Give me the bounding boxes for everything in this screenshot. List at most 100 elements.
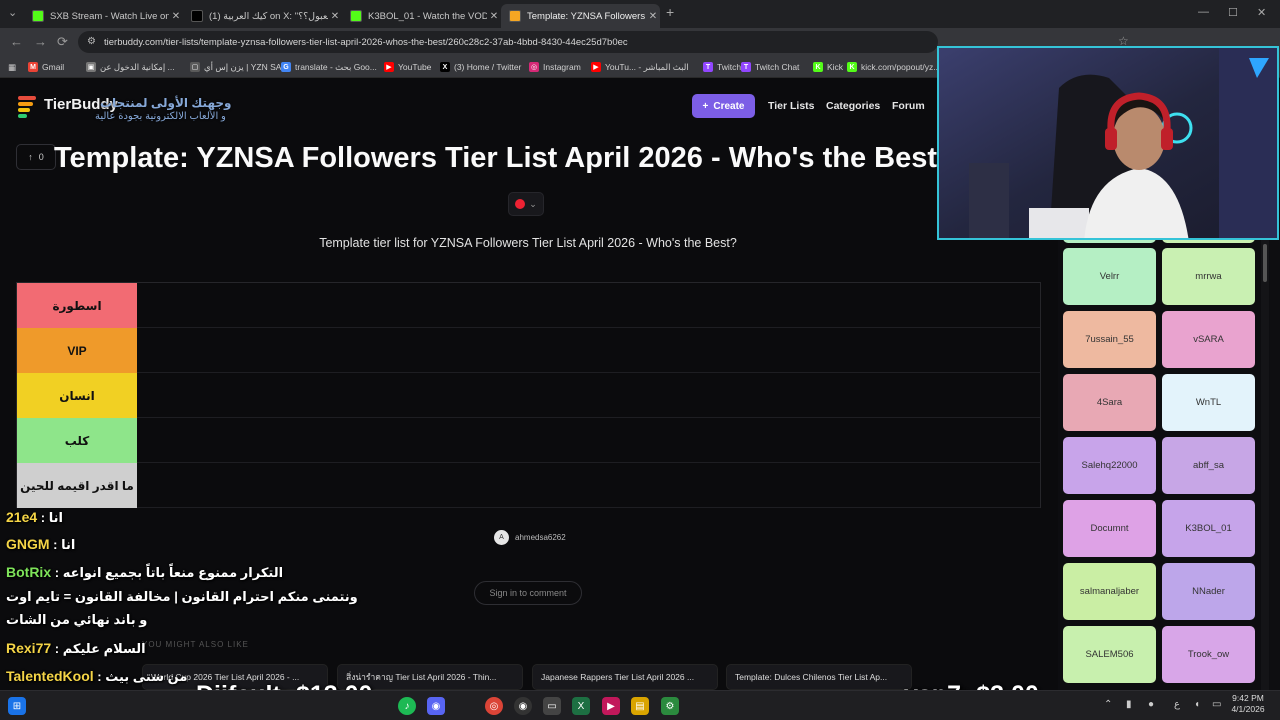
tier-drop-zone[interactable] — [138, 463, 1040, 508]
tier-item-card[interactable]: Trook_ow — [1162, 626, 1255, 683]
terminal-icon[interactable]: ▭ — [543, 697, 561, 715]
tier-drop-zone[interactable] — [138, 373, 1040, 418]
maximize-icon[interactable]: ☐ — [1228, 6, 1238, 19]
forward-icon[interactable]: → — [34, 34, 47, 49]
tier-label[interactable]: اسطورة — [17, 283, 137, 328]
bookmark-label: (3) Home / Twitter — [454, 62, 522, 72]
nav-forum[interactable]: Forum — [892, 100, 925, 112]
browser-tab[interactable]: (1) كيك العربية on X: "شعبول؟؟"✕ — [183, 4, 342, 28]
start-icon[interactable]: ⊞ — [8, 697, 26, 715]
tier-item-card[interactable]: 7ussain_55 — [1063, 311, 1156, 368]
bookmark-label: يزن إس أي | YZN SA — [204, 61, 282, 72]
bookmark-icon: ▢ — [190, 62, 200, 72]
apps-icon[interactable]: ▦ — [8, 60, 16, 74]
pool-scrollbar-thumb[interactable] — [1263, 244, 1267, 282]
tier-label[interactable]: VIP — [17, 328, 137, 373]
tier-item-card[interactable]: Documnt — [1063, 500, 1156, 557]
url-field[interactable]: ⚙ tierbuddy.com/tier-lists/template-yzns… — [78, 31, 938, 53]
create-button[interactable]: + Create — [692, 94, 755, 118]
tier-item-card[interactable]: Salehq22000 — [1063, 437, 1156, 494]
tier-item-card[interactable]: Velrr — [1063, 248, 1156, 305]
tier-drop-zone[interactable] — [138, 418, 1040, 463]
related-list-card[interactable]: Template: Dulces Chilenos Tier List Ap..… — [726, 664, 912, 690]
clock[interactable]: 9:42 PM 4/1/2026 — [1228, 693, 1268, 715]
media-icon[interactable]: ▶ — [602, 697, 620, 715]
bookmark-item[interactable]: ▣ إمكانية الدخول عن ... — [86, 60, 175, 74]
battery-icon[interactable]: ▭ — [1212, 699, 1221, 710]
sponsor-overlay-line2: و الألعاب الالكترونية بجودة عالية — [95, 111, 226, 122]
chat-message: 21e4 : انا — [6, 509, 63, 526]
author-info[interactable]: A ahmedsa6262 — [494, 530, 566, 545]
mic-icon[interactable]: ● — [1148, 699, 1154, 710]
tier-item-card[interactable]: SALEM506 — [1063, 626, 1156, 683]
nav-categories[interactable]: Categories — [826, 100, 880, 112]
tier-drop-zone[interactable] — [138, 283, 1040, 328]
reaction-select[interactable]: ⌄ — [508, 192, 544, 216]
site-info-icon[interactable]: ⚙ — [87, 36, 96, 47]
bookmark-item[interactable]: X (3) Home / Twitter — [440, 60, 521, 74]
x-icon — [191, 10, 203, 22]
tier-item-card[interactable]: WnTL — [1162, 374, 1255, 431]
speaker-icon[interactable]: ◖ — [1194, 699, 1200, 710]
taskbar-app-icon[interactable]: ♪ — [398, 697, 416, 715]
bookmark-item[interactable]: T Twitch Chat — [741, 60, 799, 74]
tier-item-card[interactable]: abff_sa — [1162, 437, 1255, 494]
minimize-icon[interactable]: — — [1198, 6, 1209, 18]
browser-tab[interactable]: SXB Stream - Watch Live on Kick✕ — [24, 4, 183, 28]
obs-icon[interactable]: ◉ — [514, 697, 532, 715]
tab-search-icon[interactable]: ⌄ — [8, 6, 17, 19]
files-icon[interactable]: ▤ — [631, 697, 649, 715]
tier-drop-zone[interactable] — [138, 328, 1040, 373]
kick-icon — [32, 10, 44, 22]
tier-label[interactable]: كلب — [17, 418, 137, 463]
bookmark-item[interactable]: ▶ YouTu... - البث المباشر — [591, 60, 689, 74]
chat-text: و باند نهائي من الشات — [6, 612, 148, 627]
bookmark-label: Gmail — [42, 62, 65, 72]
tier-item-card[interactable]: salmanaljaber — [1063, 563, 1156, 620]
nav-tier-lists[interactable]: Tier Lists — [768, 100, 815, 112]
settings-icon[interactable]: ⚙ — [661, 697, 679, 715]
tray-chevron-icon[interactable]: ⌃ — [1104, 699, 1112, 710]
pool-scrollbar[interactable] — [1261, 238, 1269, 690]
close-tab-icon[interactable]: ✕ — [328, 11, 342, 22]
bookmark-item[interactable]: M Gmail — [28, 60, 64, 74]
chat-username: Rexi77 — [6, 640, 52, 656]
tier-item-card[interactable]: vSARA — [1162, 311, 1255, 368]
close-window-icon[interactable]: ✕ — [1257, 6, 1266, 19]
bookmark-item[interactable]: Gtranslate - بحث Goo... — [281, 60, 377, 74]
tier-label[interactable]: انسان — [17, 373, 137, 418]
bookmark-label: YouTu... - البث المباشر — [605, 61, 689, 72]
unranked-items-pool: Velrr mrrwa 7ussain_55 vSARA 4Sara WnTL Salehq… — [1058, 238, 1271, 690]
close-tab-icon[interactable]: ✕ — [169, 11, 183, 22]
chat-text: من ستى بيث — [105, 669, 188, 684]
excel-icon[interactable]: X — [572, 697, 590, 715]
sponsor-overlay-line1: وجهتك الأولى لمنتجات — [100, 96, 232, 110]
language-indicator[interactable]: ع — [1174, 699, 1180, 710]
tier-item-card[interactable]: 4Sara — [1063, 374, 1156, 431]
upvote-button[interactable]: ↑ 0 — [16, 144, 56, 170]
bookmark-item[interactable]: ▶ YouTube — [384, 60, 431, 74]
close-tab-icon[interactable]: ✕ — [646, 11, 660, 22]
bookmark-item[interactable]: K Kick — [813, 60, 843, 74]
bookmark-item[interactable]: ◎ Instagram — [529, 60, 581, 74]
bookmark-item[interactable]: T Twitch — [703, 60, 741, 74]
reload-icon[interactable]: ⟳ — [57, 34, 68, 50]
discord-icon[interactable]: ◉ — [427, 697, 445, 715]
new-tab-button[interactable]: + — [666, 4, 674, 20]
sign-in-to-comment-button[interactable]: Sign in to comment — [474, 581, 582, 605]
related-list-card[interactable]: Japanese Rappers Tier List April 2026 ..… — [532, 664, 718, 690]
browser-tab[interactable]: K3BOL_01 - Watch the VOD on Kick✕ — [342, 4, 501, 28]
close-tab-icon[interactable]: ✕ — [487, 11, 501, 22]
browser-tab[interactable]: Template: YZNSA Followers Tier List✕ — [501, 4, 660, 28]
tier-item-card[interactable]: NNader — [1162, 563, 1255, 620]
tier-item-card[interactable]: mrrwa — [1162, 248, 1255, 305]
back-icon[interactable]: ← — [10, 34, 23, 49]
tier-label[interactable]: ما اقدر اقيمه للحين — [17, 463, 137, 508]
network-icon[interactable]: ▮ — [1126, 699, 1132, 710]
tierbuddy-logo-icon[interactable] — [18, 96, 36, 120]
chrome-icon[interactable]: ◎ — [485, 697, 503, 715]
tier-item-card[interactable]: K3BOL_01 — [1162, 500, 1255, 557]
chat-message: GNGM : انا — [6, 536, 75, 553]
bookmark-item[interactable]: ▢ يزن إس أي | YZN SA — [190, 60, 281, 74]
bookmark-item[interactable]: Kkick.com/popout/yz... — [847, 60, 940, 74]
